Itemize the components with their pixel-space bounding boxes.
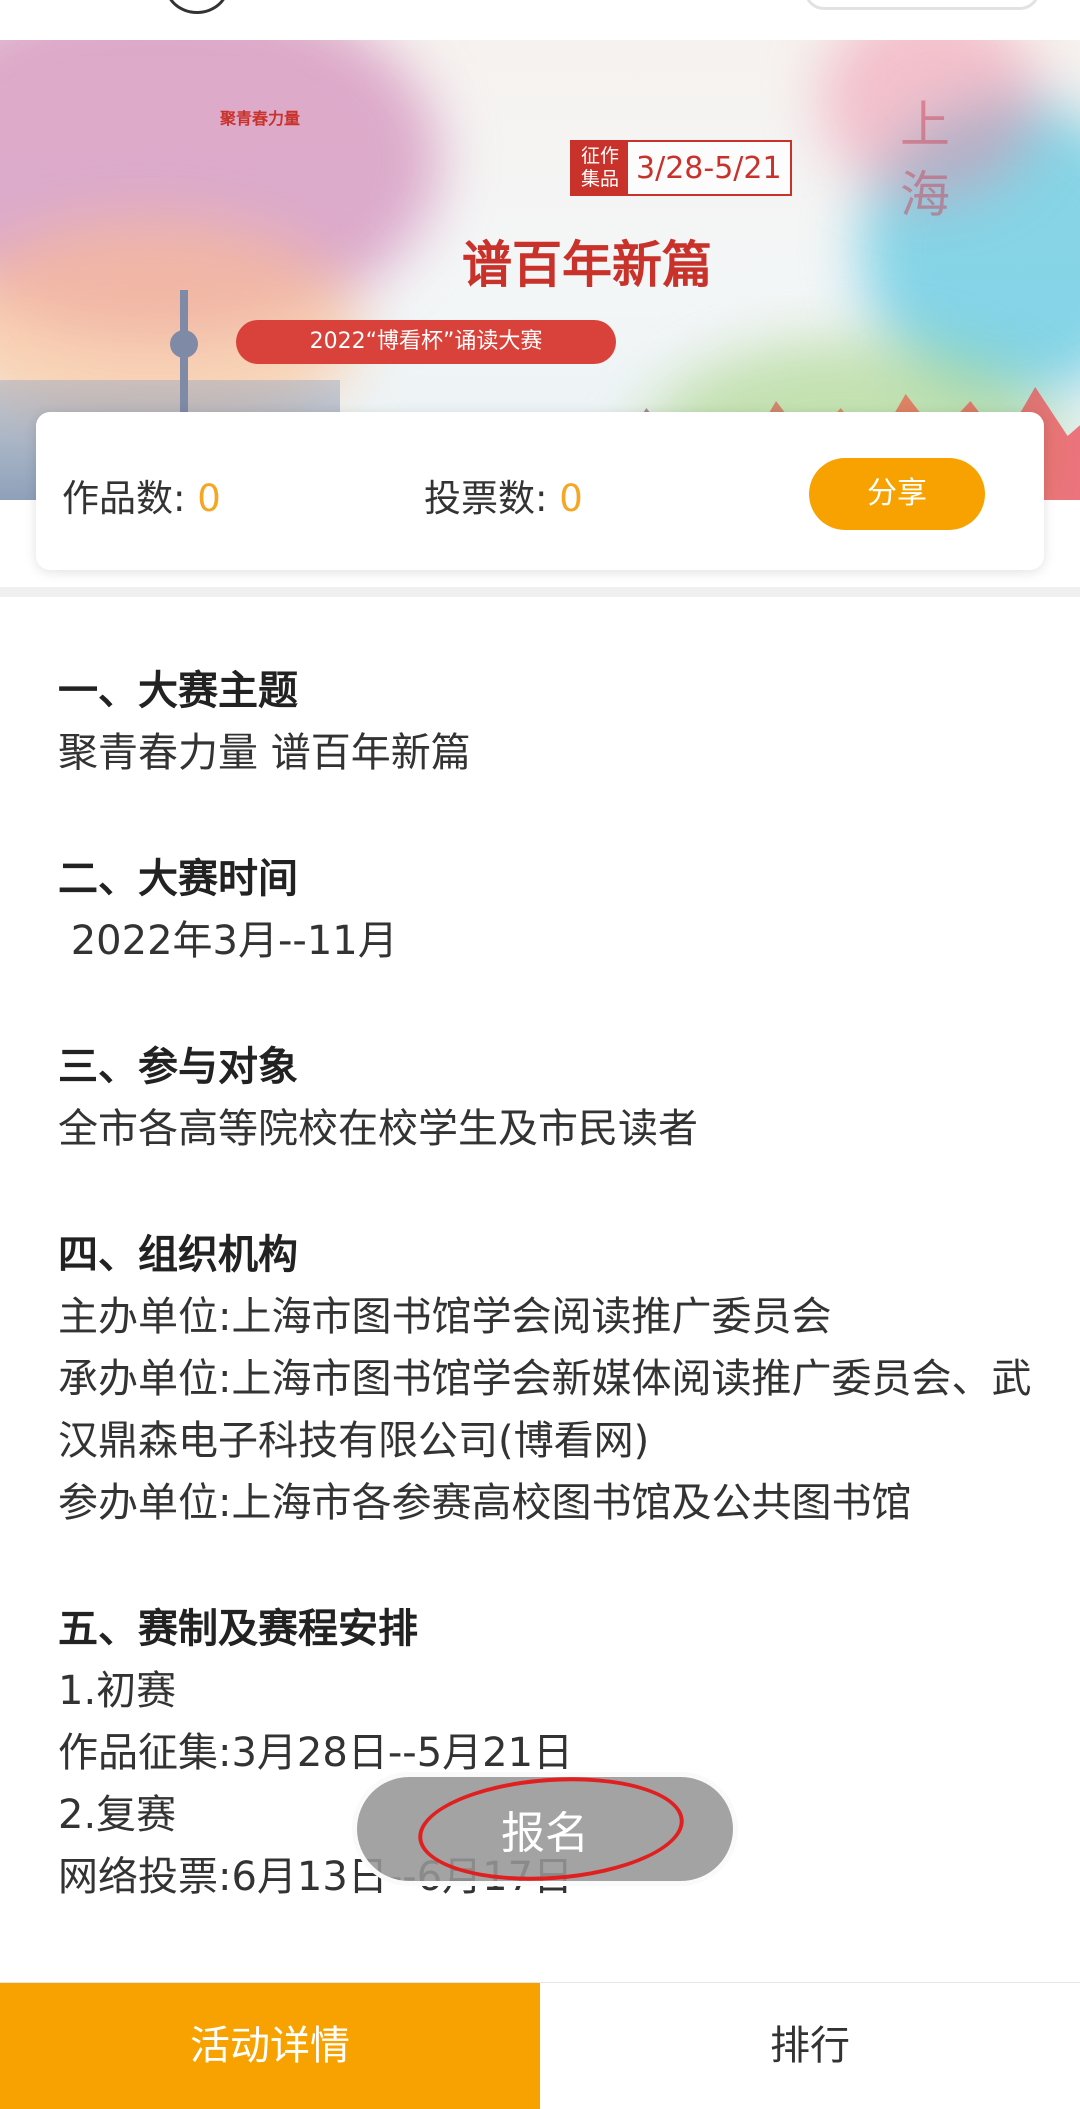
section-heading: 四、组织机构 [58,1232,298,1278]
section-heading: 二、大赛时间 [58,856,298,902]
stamp-tag: 征作集品 [572,142,628,194]
works-value: 0 [197,477,221,520]
stamp-dates: 3/28-5/21 [636,150,782,186]
votes-count: 投票数: 0 [424,468,583,522]
banner-title-line2: 谱百年新篇 [462,235,712,294]
section-theme: 一、大赛主题 聚青春力量 谱百年新篇 [58,660,1038,784]
tab-ranking[interactable]: 排行 [540,1983,1080,2109]
tab-activity-details[interactable]: 活动详情 [0,1983,540,2109]
section-line: 主办单位:上海市图书馆学会阅读推广委员会 [58,1294,832,1340]
section-line: 聚青春力量 谱百年新篇 [58,730,471,776]
section-line: 2022年3月--11月 [58,918,398,964]
section-line: 1.初赛 [58,1668,177,1714]
capsule-menu[interactable] [804,0,1040,10]
top-status-bar [0,0,1080,40]
section-heading: 一、大赛主题 [58,668,298,714]
section-heading: 三、参与对象 [58,1044,298,1090]
section-line: 承办单位:上海市图书馆学会新媒体阅读推广委员会、武汉鼎森电子科技有限公司(博看网… [58,1356,1032,1464]
works-label: 作品数: [62,477,186,520]
section-organizers: 四、组织机构 主办单位:上海市图书馆学会阅读推广委员会 承办单位:上海市图书馆学… [58,1224,1038,1534]
section-participants: 三、参与对象 全市各高等院校在校学生及市民读者 [58,1036,1038,1160]
bottom-nav: 活动详情 排行 [0,1982,1080,2109]
votes-value: 0 [559,477,583,520]
back-circle-icon[interactable] [165,0,229,14]
section-heading: 五、赛制及赛程安排 [58,1606,418,1652]
stats-card: 作品数: 0 投票数: 0 分享 [36,412,1044,570]
section-divider [0,587,1080,597]
votes-label: 投票数: [424,477,548,520]
works-count: 作品数: 0 [62,468,221,522]
banner-title-line1: 聚青春力量 [220,109,301,128]
collection-date-stamp: 征作集品 3/28-5/21 [570,140,792,196]
section-time: 二、大赛时间 2022年3月--11月 [58,848,1038,972]
event-details-content: 一、大赛主题 聚青春力量 谱百年新篇 二、大赛时间 2022年3月--11月 三… [58,660,1038,1960]
section-line: 参办单位:上海市各参赛高校图书馆及公共图书馆 [58,1480,912,1526]
signup-button[interactable]: 报名 [352,1772,738,1886]
banner-deco-text: 上海 [900,96,950,224]
banner-ribbon: 2022“博看杯”诵读大赛 [236,320,616,364]
section-line: 全市各高等院校在校学生及市民读者 [58,1106,698,1152]
share-button[interactable]: 分享 [809,458,985,530]
